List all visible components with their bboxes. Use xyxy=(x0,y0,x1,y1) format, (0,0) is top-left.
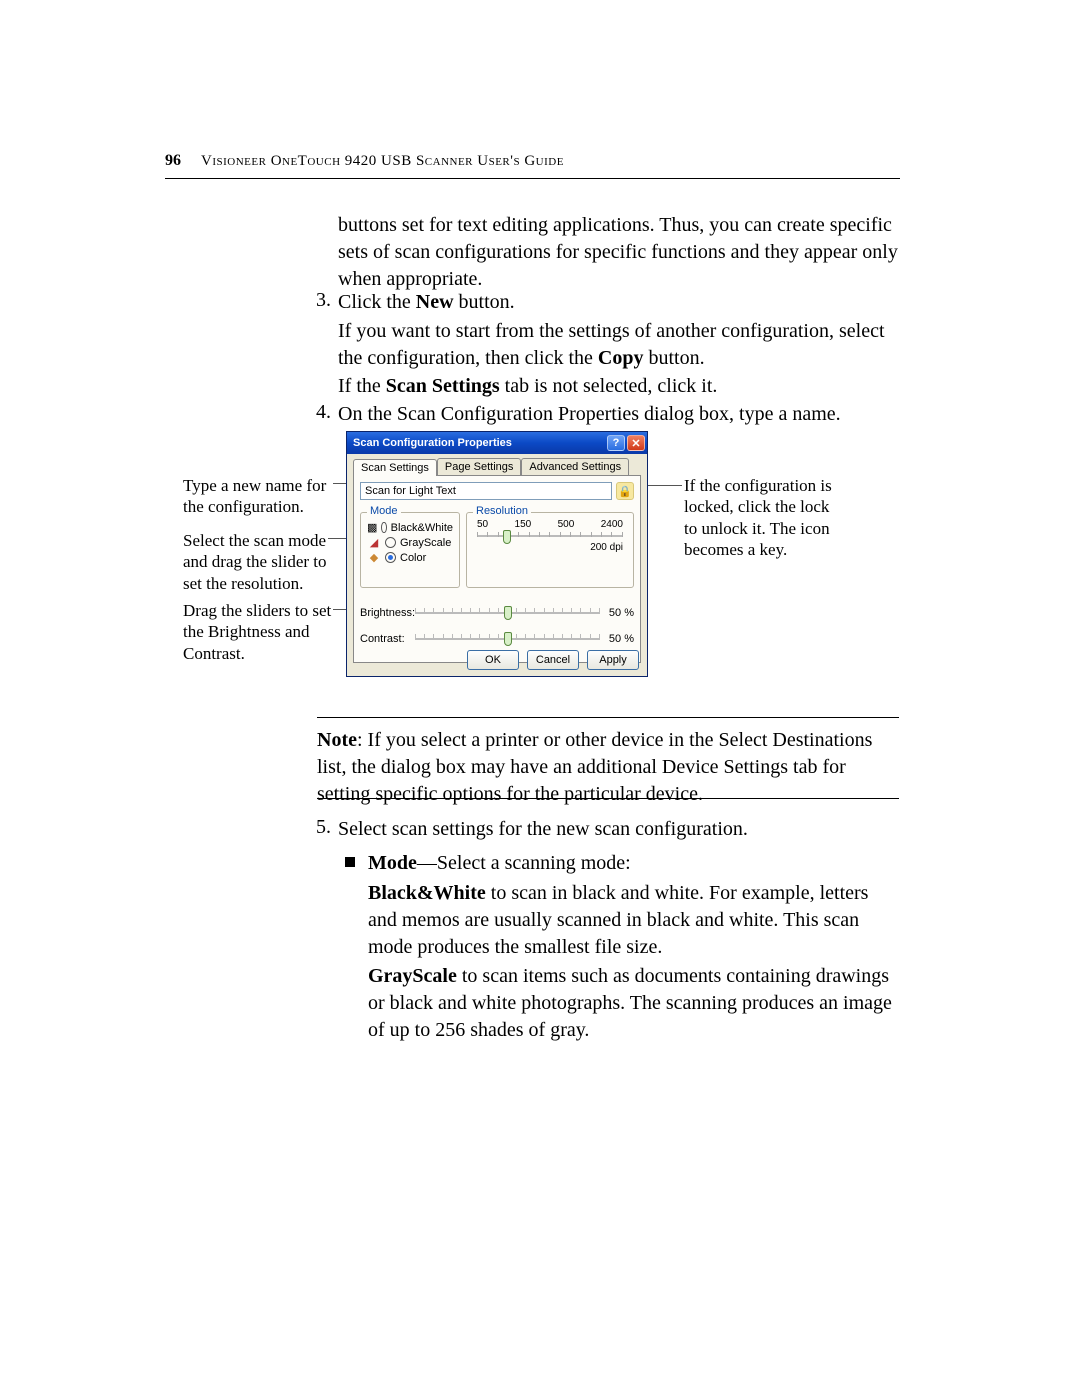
grayscale-icon: ◢ xyxy=(367,536,381,549)
page-header: 96 Visioneer OneTouch 9420 USB Scanner U… xyxy=(165,152,900,170)
step-5-number: 5. xyxy=(303,816,331,839)
bw-paragraph: Black&White to scan in black and white. … xyxy=(368,880,898,961)
note-top-rule xyxy=(317,717,899,718)
step-4-text: On the Scan Configuration Properties dia… xyxy=(338,401,898,428)
step-3-line-a: Click the New button. xyxy=(338,289,898,316)
header-title: Visioneer OneTouch 9420 USB Scanner User… xyxy=(201,153,564,170)
ok-button[interactable]: OK xyxy=(467,650,519,670)
intro-paragraph: buttons set for text editing application… xyxy=(338,212,898,293)
scan-config-dialog: Scan Configuration Properties ? ✕ Scan S… xyxy=(346,431,648,677)
callout-mode: Select the scan mode and drag the slider… xyxy=(183,530,343,594)
color-icon: ◆ xyxy=(367,551,381,564)
note-bottom-rule xyxy=(317,798,899,799)
resolution-ticks: 50 150 500 2400 xyxy=(473,519,627,530)
settings-panel: 🔒 Mode ▩ Black&White ◢ GrayScale xyxy=(353,475,641,663)
contrast-value: 50 % xyxy=(600,633,634,645)
bullet-mode-text: Mode—Select a scanning mode: xyxy=(368,850,898,877)
help-button[interactable]: ? xyxy=(607,435,625,451)
grayscale-paragraph: GrayScale to scan items such as document… xyxy=(368,963,898,1044)
tab-advanced-settings[interactable]: Advanced Settings xyxy=(521,458,629,475)
radio-bw[interactable] xyxy=(381,522,386,533)
resolution-legend: Resolution xyxy=(473,505,531,517)
step-5-text: Select scan settings for the new scan co… xyxy=(338,816,898,843)
page-number: 96 xyxy=(165,152,181,170)
resolution-readout: 200 dpi xyxy=(473,542,627,553)
radio-gray[interactable] xyxy=(385,537,396,548)
note-paragraph: Note: If you select a printer or other d… xyxy=(317,727,899,808)
step-3-line-b: If you want to start from the settings o… xyxy=(338,318,898,372)
step-4-number: 4. xyxy=(303,401,331,424)
tab-strip: Scan Settings Page Settings Advanced Set… xyxy=(347,454,647,475)
mode-color[interactable]: ◆ Color xyxy=(367,551,453,564)
step-3-line-c: If the Scan Settings tab is not selected… xyxy=(338,373,898,400)
brightness-value: 50 % xyxy=(600,607,634,619)
contrast-label: Contrast: xyxy=(360,633,415,645)
step-3-number: 3. xyxy=(303,289,331,312)
cancel-button[interactable]: Cancel xyxy=(527,650,579,670)
square-bullet-icon xyxy=(345,857,355,867)
callout-bc: Drag the sliders to set the Brightness a… xyxy=(183,600,343,664)
brightness-thumb[interactable] xyxy=(504,606,512,620)
contrast-slider[interactable] xyxy=(415,632,600,646)
close-button[interactable]: ✕ xyxy=(627,435,645,451)
brightness-slider[interactable] xyxy=(415,606,600,620)
config-name-input[interactable] xyxy=(360,482,612,500)
mode-legend: Mode xyxy=(367,505,401,517)
tab-scan-settings[interactable]: Scan Settings xyxy=(353,459,437,476)
callout-lock: If the configuration is locked, click th… xyxy=(684,475,844,560)
contrast-thumb[interactable] xyxy=(504,632,512,646)
mode-blackwhite[interactable]: ▩ Black&White xyxy=(367,521,453,534)
apply-button[interactable]: Apply xyxy=(587,650,639,670)
brightness-label: Brightness: xyxy=(360,607,415,619)
radio-color[interactable] xyxy=(385,552,396,563)
header-rule xyxy=(165,178,900,179)
lock-icon[interactable]: 🔒 xyxy=(616,482,634,500)
mode-grayscale[interactable]: ◢ GrayScale xyxy=(367,536,453,549)
bw-icon: ▩ xyxy=(367,521,377,534)
resolution-slider[interactable] xyxy=(477,532,623,540)
callout-name: Type a new name for the configuration. xyxy=(183,475,343,518)
tab-page-settings[interactable]: Page Settings xyxy=(437,458,522,475)
dialog-title: Scan Configuration Properties xyxy=(353,437,512,449)
dialog-titlebar[interactable]: Scan Configuration Properties ? ✕ xyxy=(347,432,647,454)
resolution-thumb[interactable] xyxy=(503,530,511,544)
